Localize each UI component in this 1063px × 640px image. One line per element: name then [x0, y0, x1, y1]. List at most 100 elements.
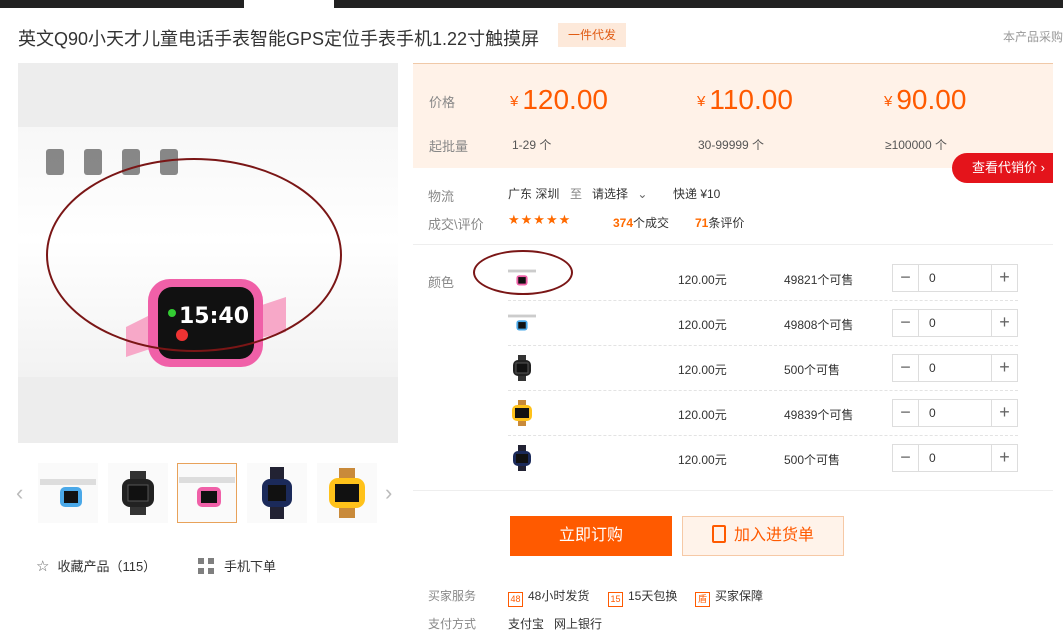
payment-method: 支付宝: [508, 617, 545, 631]
variant-price: 120.00元: [678, 363, 727, 377]
minus-button[interactable]: −: [893, 355, 919, 381]
payment-method: 网上银行: [554, 617, 603, 631]
background-block: [46, 149, 64, 175]
variant-price: 120.00元: [678, 318, 727, 332]
variant-row: 120.00元 500个可售 −0 +: [508, 346, 1018, 391]
tier-qty: 30-99999 个: [698, 138, 765, 152]
variant-stock: 500个可售: [784, 363, 841, 377]
agent-price-button[interactable]: 查看代销价 ›: [952, 153, 1053, 183]
review-count[interactable]: 71条评价: [695, 214, 744, 231]
variant-price: 120.00元: [678, 408, 727, 422]
top-nav-active-tab[interactable]: [244, 0, 334, 8]
chevron-right-icon: ›: [1040, 160, 1045, 175]
variant-stock: 500个可售: [784, 453, 841, 467]
destination-select-label: 请选择: [592, 187, 629, 201]
variant-price: 120.00元: [678, 453, 727, 467]
add-to-cart-label: 加入进货单: [733, 527, 814, 544]
variant-stock: 49839个可售: [784, 408, 854, 422]
favorite-button[interactable]: ☆ 收藏产品（115）: [36, 556, 156, 575]
ship-from: 广东 深圳: [508, 187, 560, 201]
service-item[interactable]: 48 48小时发货: [508, 587, 589, 607]
tier-price: ¥120.00: [510, 84, 608, 115]
delivery-48h-icon: 48: [508, 592, 523, 607]
watch-icon: [512, 400, 532, 426]
plus-button[interactable]: +: [991, 445, 1017, 471]
watch-icon: [513, 445, 531, 471]
variant-thumb-blue-white-watch[interactable]: [508, 309, 536, 337]
deal-count[interactable]: 374个成交: [613, 214, 669, 231]
plus-button[interactable]: +: [991, 310, 1017, 336]
main-product-image[interactable]: 15:40: [18, 63, 398, 443]
variant-thumb-navy-watch[interactable]: [508, 444, 536, 472]
tier-qty: 1-29 个: [512, 138, 552, 152]
service-item[interactable]: 盾买家保障: [695, 587, 763, 607]
variant-stock: 49821个可售: [784, 273, 854, 287]
star-outline-icon: ☆: [36, 558, 50, 575]
plus-button[interactable]: +: [991, 355, 1017, 381]
quantity-stepper: −0 +: [892, 264, 1018, 292]
quantity-input[interactable]: 0: [929, 271, 936, 285]
thumbnail-orange-watch[interactable]: [317, 463, 377, 523]
minus-button[interactable]: −: [893, 310, 919, 336]
watch-icon: [179, 477, 235, 507]
variant-stock: 49808个可售: [784, 318, 854, 332]
thumbnail-navy-watch[interactable]: [247, 463, 307, 523]
background-block: [84, 149, 102, 175]
tier-price: ¥90.00: [884, 84, 967, 115]
variant-thumb-black-watch[interactable]: [508, 354, 536, 382]
mobile-order-button[interactable]: 手机下单: [198, 556, 276, 575]
exchange-15d-icon: 15: [608, 592, 623, 607]
ship-to-word: 至: [570, 187, 583, 201]
highlight-ellipse: [46, 158, 342, 352]
quantity-stepper: −0 +: [892, 399, 1018, 427]
minus-button[interactable]: −: [893, 445, 919, 471]
chevron-down-icon: ⌄: [637, 187, 648, 201]
deals-label: 成交\评价: [428, 217, 484, 232]
variant-row: 120.00元 49821个可售 −0 +: [508, 256, 1018, 301]
mobile-order-label: 手机下单: [224, 559, 277, 574]
side-note[interactable]: 本产品采购: [1003, 28, 1063, 45]
variant-highlight-ellipse: [473, 250, 573, 295]
thumbnail-black-watch[interactable]: [108, 463, 168, 523]
top-nav-bar: [0, 0, 1063, 8]
quantity-stepper: −0 +: [892, 444, 1018, 472]
quantity-input[interactable]: 0: [929, 361, 936, 375]
variant-row: 120.00元 49808个可售 −0 +: [508, 301, 1018, 346]
variant-row: 120.00元 500个可售 −0 +: [508, 436, 1018, 481]
logistics-label: 物流: [428, 189, 455, 204]
thumbnail-pink-watch[interactable]: [177, 463, 237, 523]
variant-row: 120.00元 49839个可售 −0 +: [508, 391, 1018, 436]
color-label: 颜色: [428, 275, 455, 290]
dropship-tag: 一件代发: [558, 23, 627, 47]
quantity-input[interactable]: 0: [929, 316, 936, 330]
min-qty-label: 起批量: [429, 139, 469, 154]
chevron-right-icon[interactable]: ›: [385, 480, 392, 506]
service-item[interactable]: 15 15天包换: [608, 587, 677, 607]
services-label: 买家服务: [428, 589, 477, 603]
quantity-input[interactable]: 0: [929, 451, 936, 465]
quantity-stepper: −0 +: [892, 354, 1018, 382]
divider: [413, 490, 1053, 491]
plus-button[interactable]: +: [991, 265, 1017, 291]
watch-icon: [262, 467, 292, 519]
variant-thumb-orange-watch[interactable]: [508, 399, 536, 427]
add-to-cart-button[interactable]: 加入进货单: [682, 516, 844, 556]
minus-button[interactable]: −: [893, 400, 919, 426]
tier-price: ¥110.00: [697, 84, 793, 115]
express-fee: 快递 ¥10: [673, 187, 721, 201]
variant-price: 120.00元: [678, 273, 727, 287]
divider: [413, 244, 1053, 245]
clipboard-icon: [711, 525, 726, 543]
product-title: 英文Q90小天才儿童电话手表智能GPS定位手表手机1.22寸触摸屏: [18, 29, 540, 49]
plus-button[interactable]: +: [991, 400, 1017, 426]
watch-icon: [513, 355, 531, 381]
watch-icon: [40, 479, 96, 507]
watch-icon: [508, 314, 536, 331]
agent-price-label: 查看代销价: [972, 160, 1038, 175]
quantity-input[interactable]: 0: [929, 406, 936, 420]
thumbnail-blue-white-watch[interactable]: [38, 463, 98, 523]
chevron-left-icon[interactable]: ‹: [16, 480, 23, 506]
destination-select[interactable]: 请选择 ⌄: [592, 185, 647, 202]
minus-button[interactable]: −: [893, 265, 919, 291]
buy-now-button[interactable]: 立即订购: [510, 516, 672, 556]
